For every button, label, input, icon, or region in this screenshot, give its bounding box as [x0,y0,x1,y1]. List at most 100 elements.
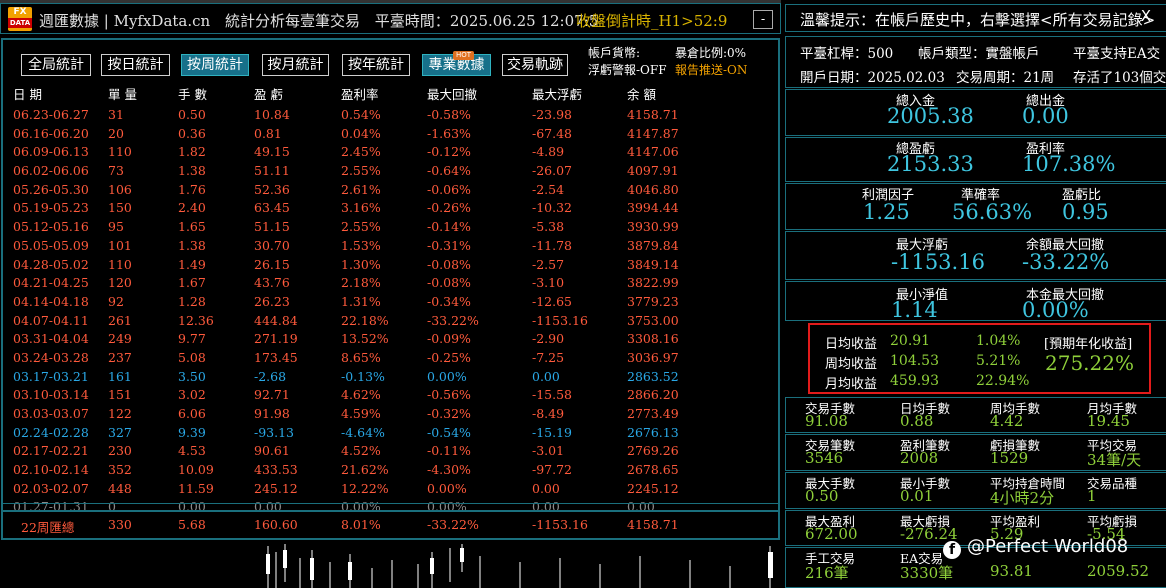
table-row: 02.10-02.14 352 10.09 433.53 21.62% -4.30% -97… [11,462,771,481]
daily-return-label: 日均收益 [825,337,878,352]
cell-orders: 230 [108,443,132,459]
stat-value: 4.42 [990,412,1024,430]
tab-monthly[interactable]: 按月統計 [262,54,329,76]
stat-value: 19.45 [1087,412,1130,430]
max-floating-value: -1153.16 [891,250,985,274]
close-icon[interactable]: X [1141,7,1151,25]
tab-global[interactable]: 全局統計 [21,54,91,76]
server-time-label: 平臺時間： [374,12,450,30]
report-push-toggle[interactable]: 報告推送-ON [675,62,747,79]
cell-orders: 261 [108,312,132,328]
cell-max-drawdown: -0.56% [427,387,471,403]
cell-orders: 106 [108,181,132,197]
pl-ratio-value: 0.95 [1062,200,1109,224]
watermark-text: @Perfect World08 [967,536,1129,557]
minimize-button[interactable]: - [753,10,773,29]
brand-title: 週匯數據 | MyfxData.cn 統計分析每壹筆交易 平臺時間：2025.0… [39,10,598,31]
exposure-ratio: 暴倉比例:0% [675,46,747,60]
cell-max-floating: 0.00 [532,480,560,496]
cell-max-floating: -15.58 [532,387,573,403]
weekly-return-value: 104.53 [890,353,939,369]
cell-profit-rate: -4.64% [341,424,385,440]
weekly-return-pct: 5.21% [976,353,1021,369]
cell-max-drawdown: -0.58% [427,107,471,122]
cell-date: 05.26-05.30 [13,181,89,197]
cell-pnl: 51.15 [254,219,290,235]
cell-pnl: 10.84 [254,107,290,122]
tip-text: 溫馨提示：在帳戶歷史中，右擊選擇<所有交易記錄> [800,11,1156,29]
table-row: 04.07-04.11 261 12.36 444.84 22.18% -33.22% -1… [11,313,771,332]
cell-lots: 1.67 [178,275,206,291]
cell-balance: 3879.84 [627,237,679,253]
table-row: 04.28-05.02 110 1.49 26.15 1.30% -0.08% -2.57 3… [11,257,771,276]
cell-pnl: 52.36 [254,181,290,197]
cell-balance: 3849.14 [627,256,679,272]
tab-weekly[interactable]: 按周統計 [181,54,249,76]
stat-value: 1529 [990,449,1029,467]
cell-lots: 3.50 [178,368,206,384]
annual-return-label: [預期年化收益] [1044,337,1133,352]
cell-max-drawdown: -0.31% [427,237,471,253]
tab-daily[interactable]: 按日統計 [101,54,170,76]
cell-pnl: 30.70 [254,237,290,253]
cell-lots: 12.36 [178,312,214,328]
cell-lots: 6.06 [178,406,206,421]
stat-value: 3546 [805,449,844,467]
cell-date: 05.05-05.09 [13,237,89,253]
account-info: 帳戶貨幣: 暴倉比例:0% 浮虧警報-OFF 報告推送-ON [588,45,747,79]
cell-pnl: 444.84 [254,312,298,328]
stats-table-frame: 全局統計 按日統計 按周統計 按月統計 按年統計 專業數據 HOT 交易軌跡 帳… [1,38,780,514]
tab-yearly[interactable]: 按年統計 [342,54,410,76]
watermark: f @Perfect World08 [943,536,1128,559]
table-row: 06.23-06.27 31 0.50 10.84 0.54% -0.58% -23.98 4… [11,107,771,126]
min-equity-value: 1.14 [891,298,938,322]
col-max-floating: 最大浮虧 [532,87,583,102]
cell-max-drawdown: -4.30% [427,462,471,478]
cell-balance: 3994.44 [627,200,679,216]
cell-balance: 2863.52 [627,368,679,384]
cell-max-drawdown: -0.12% [427,144,471,160]
cell-max-drawdown: -0.64% [427,163,471,179]
cell-date: 02.17-02.21 [13,443,89,459]
ea-support: 平臺支持EA交 [1073,46,1161,62]
cell-orders: 352 [108,462,132,478]
stat-value: 0.01 [900,487,934,505]
profit-rate-value: 107.38% [1022,152,1116,176]
cell-profit-rate: 1.53% [341,237,381,253]
summary-row: 22周匯總 330 5.68 160.60 8.01% -33.22% -115… [1,510,780,540]
summary-orders: 330 [108,517,132,532]
cell-profit-rate: 4.62% [341,387,381,403]
cell-pnl: 0.81 [254,125,282,141]
cell-max-floating: -2.54 [532,181,565,197]
table-row: 06.02-06.06 73 1.38 51.11 2.55% -0.64% -26.07 4… [11,163,771,182]
col-orders: 單 量 [108,87,137,102]
cell-max-floating: -67.48 [532,125,573,141]
equity-box: 最小淨值 1.14 本金最大回撤 0.00% [785,281,1166,322]
cell-max-floating: -7.25 [532,349,565,365]
leverage: 平臺杠桿：500 [800,46,894,62]
cell-lots: 9.77 [178,331,206,347]
floating-alert-toggle[interactable]: 浮虧警報-OFF [588,63,667,77]
stat-value: 0.50 [805,487,839,505]
cell-orders: 110 [108,256,132,272]
weekly-stats-panel: FX DATA 週匯數據 | MyfxData.cn 統計分析每壹筆交易 平臺時… [0,0,781,588]
stat-value: 2059.52 [1087,562,1150,580]
stat-value: 672.00 [805,525,858,543]
daily-return-pct: 1.04% [976,333,1021,349]
cell-profit-rate: 0.54% [341,107,381,122]
cell-profit-rate: 2.45% [341,144,381,160]
col-pnl: 盈 虧 [254,87,283,102]
cell-date: 05.12-05.16 [13,219,89,235]
cell-orders: 448 [108,480,132,496]
table-row: 03.10-03.14 151 3.02 92.71 4.62% -0.56% -15.58… [11,387,771,406]
cell-max-floating: -15.19 [532,424,573,440]
cell-max-floating: -97.72 [532,462,573,478]
cell-orders: 327 [108,424,132,440]
facebook-icon: f [943,541,961,559]
cell-max-drawdown: -0.26% [427,200,471,216]
cell-profit-rate: 2.55% [341,219,381,235]
tab-trade-track[interactable]: 交易軌跡 [502,54,568,76]
summary-max-floating: -1153.16 [532,517,588,532]
cell-date: 02.03-02.07 [13,480,89,496]
ea-count: 存活了103個交 [1073,70,1166,86]
